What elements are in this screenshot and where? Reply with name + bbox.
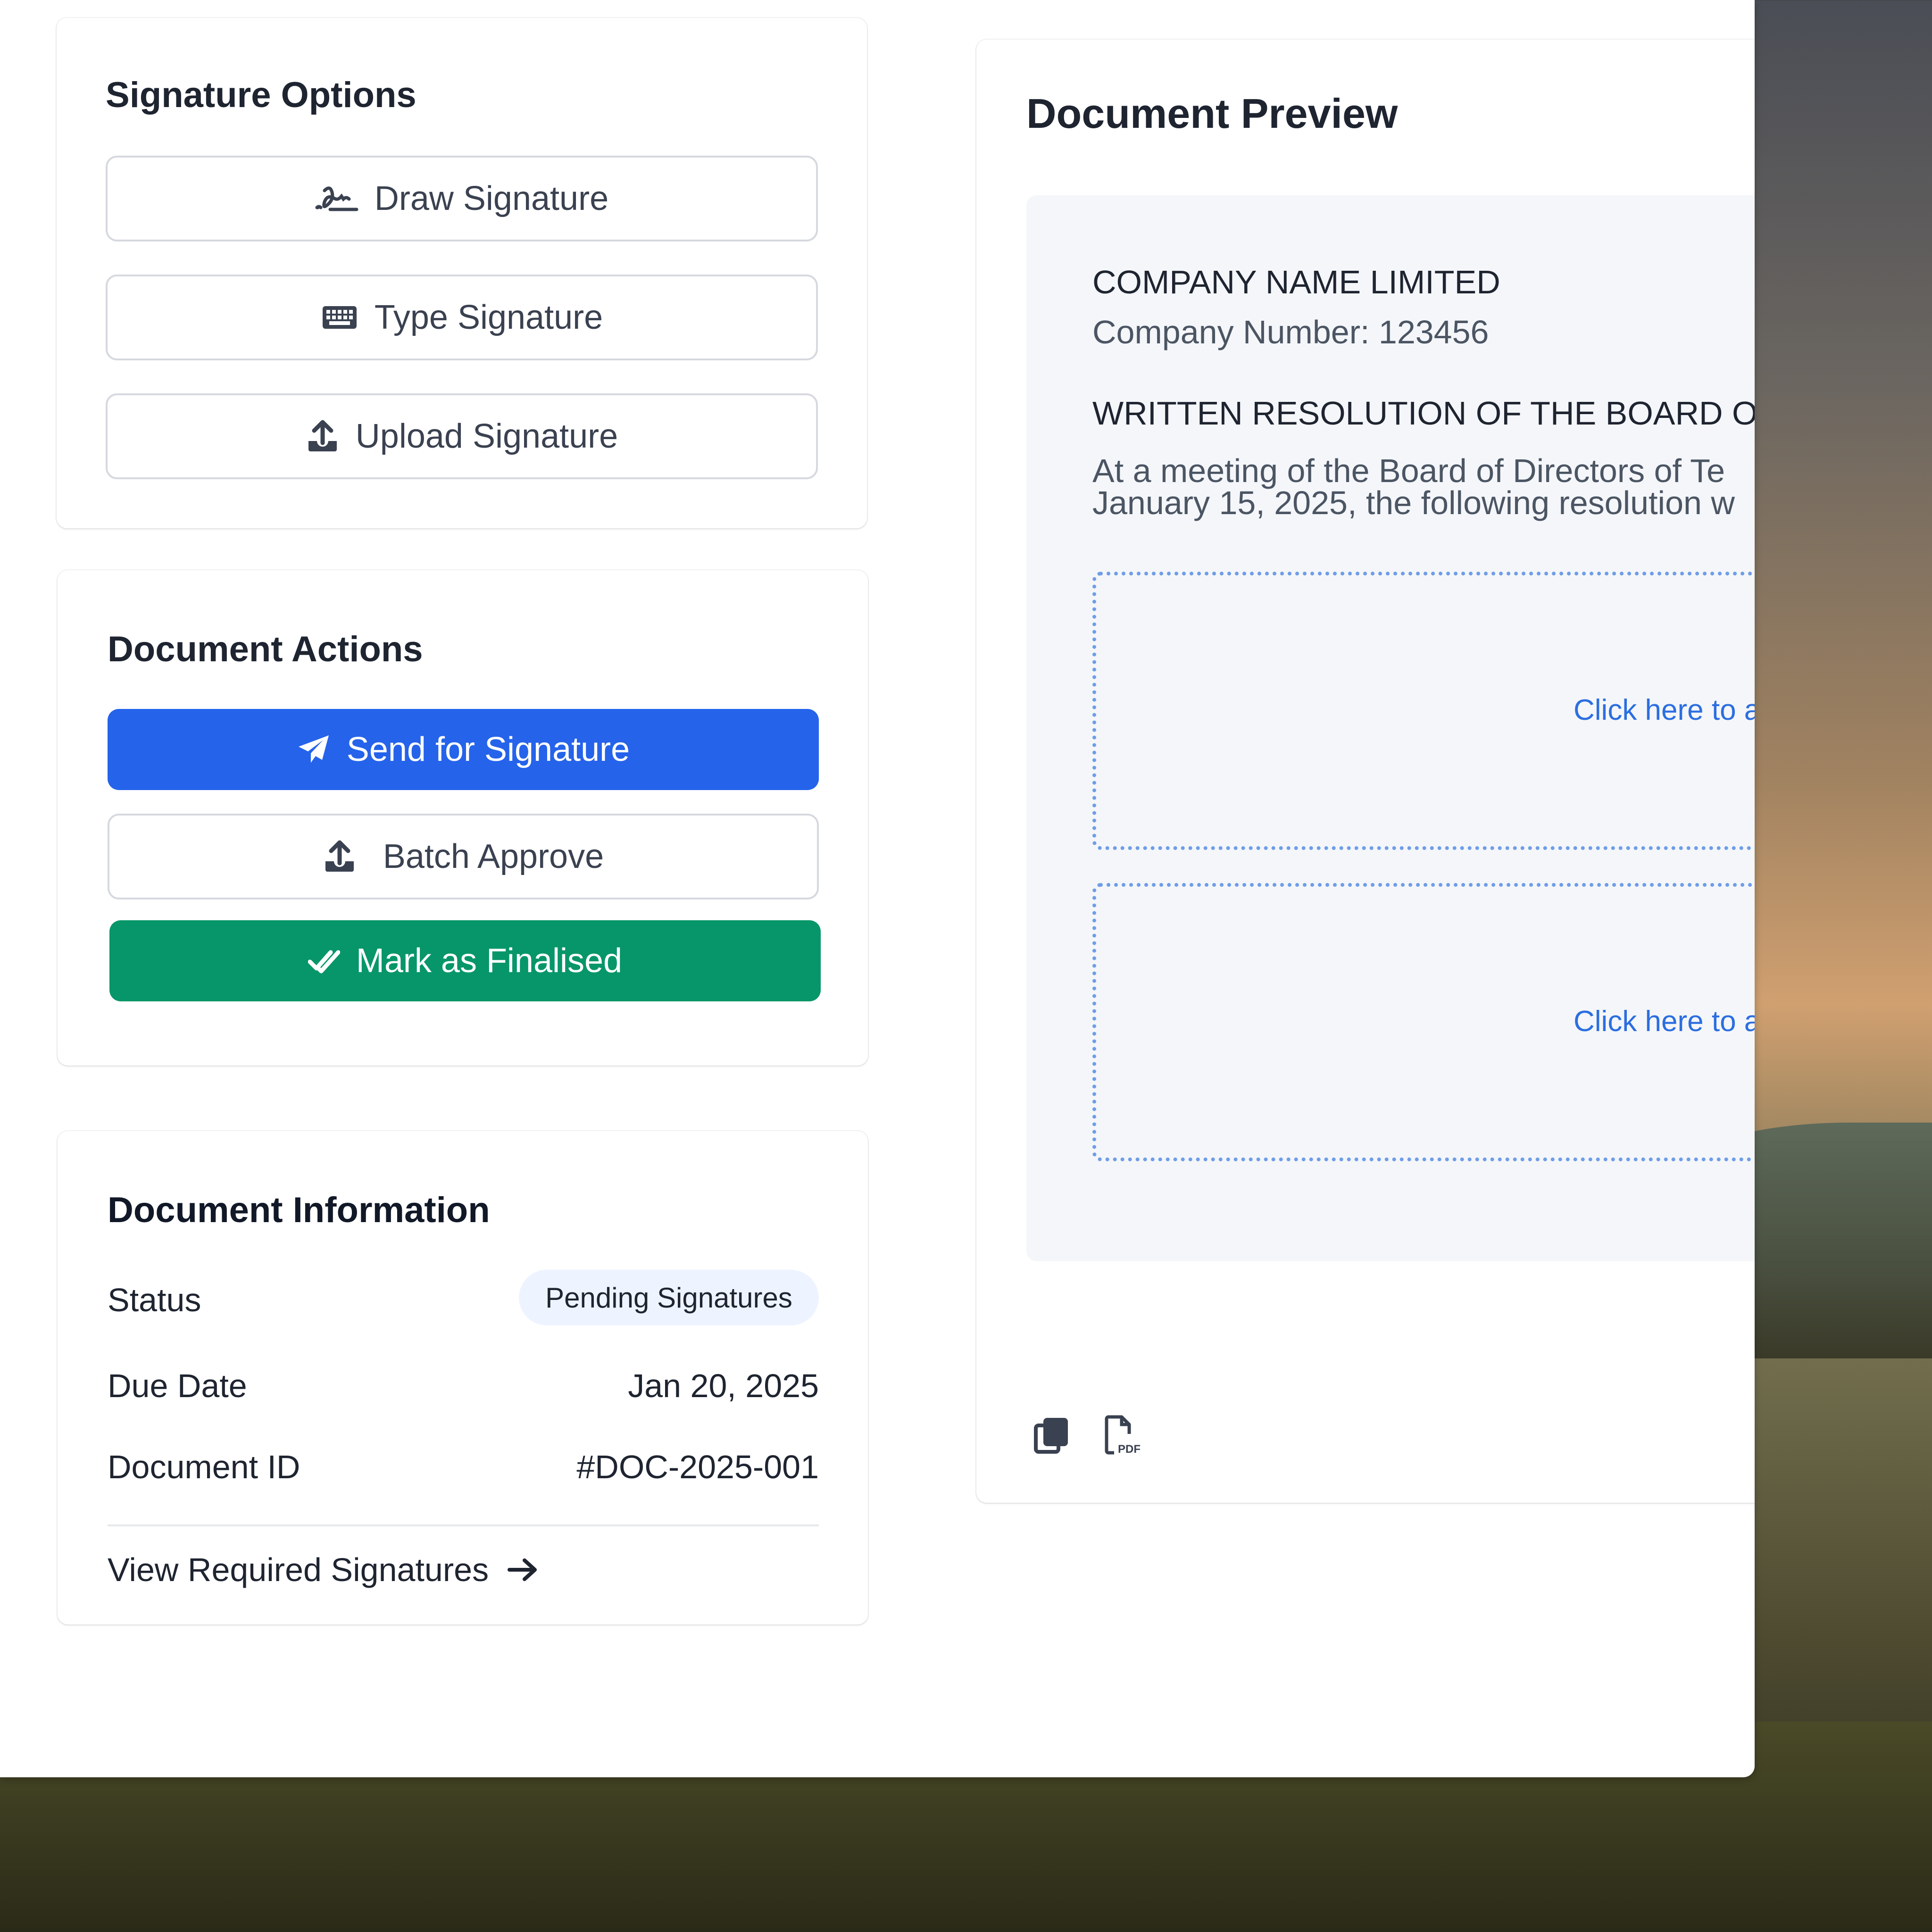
send-for-signature-button[interactable]: Send for Signature xyxy=(108,709,819,790)
document-id-label: Document ID xyxy=(108,1449,300,1485)
svg-text:PDF: PDF xyxy=(1118,1443,1141,1456)
resolution-heading: WRITTEN RESOLUTION OF THE BOARD OF xyxy=(1092,395,1755,432)
document-preview-card: Document Preview COMPANY NAME LIMITED Co… xyxy=(976,40,1755,1503)
batch-approve-label: Batch Approve xyxy=(383,838,604,875)
document-id-value: #DOC-2025-001 xyxy=(576,1449,819,1485)
document-actions-title: Document Actions xyxy=(108,629,423,669)
due-date-label: Due Date xyxy=(108,1367,247,1404)
document-preview-title: Document Preview xyxy=(1026,90,1398,137)
signature-options-card: Signature Options Draw Signature Type Si… xyxy=(57,18,867,528)
batch-approve-button[interactable]: Batch Approve xyxy=(108,814,819,899)
signature-field-1[interactable]: Click here to a xyxy=(1092,572,1755,850)
mark-as-finalised-button[interactable]: Mark as Finalised xyxy=(109,920,821,1001)
status-badge: Pending Signatures xyxy=(519,1270,819,1325)
draw-signature-button[interactable]: Draw Signature xyxy=(106,156,818,242)
view-required-signatures-label: View Required Signatures xyxy=(108,1551,489,1588)
type-signature-label: Type Signature xyxy=(374,299,603,336)
signature-options-title: Signature Options xyxy=(106,75,416,115)
signature-field-prompt: Click here to a xyxy=(1574,694,1755,726)
due-date-value: Jan 20, 2025 xyxy=(628,1367,819,1404)
mark-as-finalised-label: Mark as Finalised xyxy=(356,942,623,980)
company-name: COMPANY NAME LIMITED xyxy=(1092,264,1500,300)
draw-signature-label: Draw Signature xyxy=(374,180,609,217)
signature-field-2[interactable]: Click here to a xyxy=(1092,883,1755,1161)
divider xyxy=(108,1524,819,1526)
upload-signature-button[interactable]: Upload Signature xyxy=(106,393,818,479)
arrow-right-icon xyxy=(507,1557,540,1583)
status-label: Status xyxy=(108,1282,201,1318)
paper-plane-icon xyxy=(297,733,331,766)
signature-field-prompt: Click here to a xyxy=(1574,1005,1755,1038)
document-actions-card: Document Actions Send for Signature Batc… xyxy=(58,570,868,1066)
double-check-icon xyxy=(308,947,340,975)
copy-icon[interactable] xyxy=(1032,1416,1072,1459)
company-number: Company Number: 123456 xyxy=(1092,314,1489,350)
keyboard-icon xyxy=(321,304,358,331)
document-information-title: Document Information xyxy=(108,1190,490,1230)
view-required-signatures-link[interactable]: View Required Signatures xyxy=(108,1551,540,1589)
upload-icon xyxy=(323,839,357,874)
document-information-card: Document Information Status Pending Sign… xyxy=(58,1131,868,1624)
upload-icon xyxy=(306,418,340,454)
pdf-icon[interactable]: PDF xyxy=(1103,1415,1142,1459)
document-page: COMPANY NAME LIMITED Company Number: 123… xyxy=(1026,195,1755,1261)
upload-signature-label: Upload Signature xyxy=(355,417,618,455)
resolution-body-line-2: January 15, 2025, the following resoluti… xyxy=(1092,484,1735,521)
send-for-signature-label: Send for Signature xyxy=(346,731,630,768)
type-signature-button[interactable]: Type Signature xyxy=(106,275,818,360)
signature-icon xyxy=(315,183,358,214)
app-window: Signature Options Draw Signature Type Si… xyxy=(0,0,1755,1777)
